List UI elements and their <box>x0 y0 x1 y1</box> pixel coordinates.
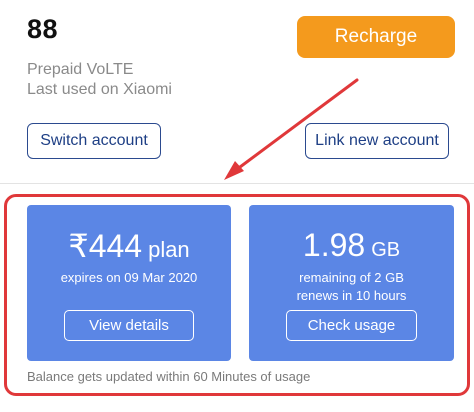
annotation-arrow-icon <box>224 78 359 180</box>
